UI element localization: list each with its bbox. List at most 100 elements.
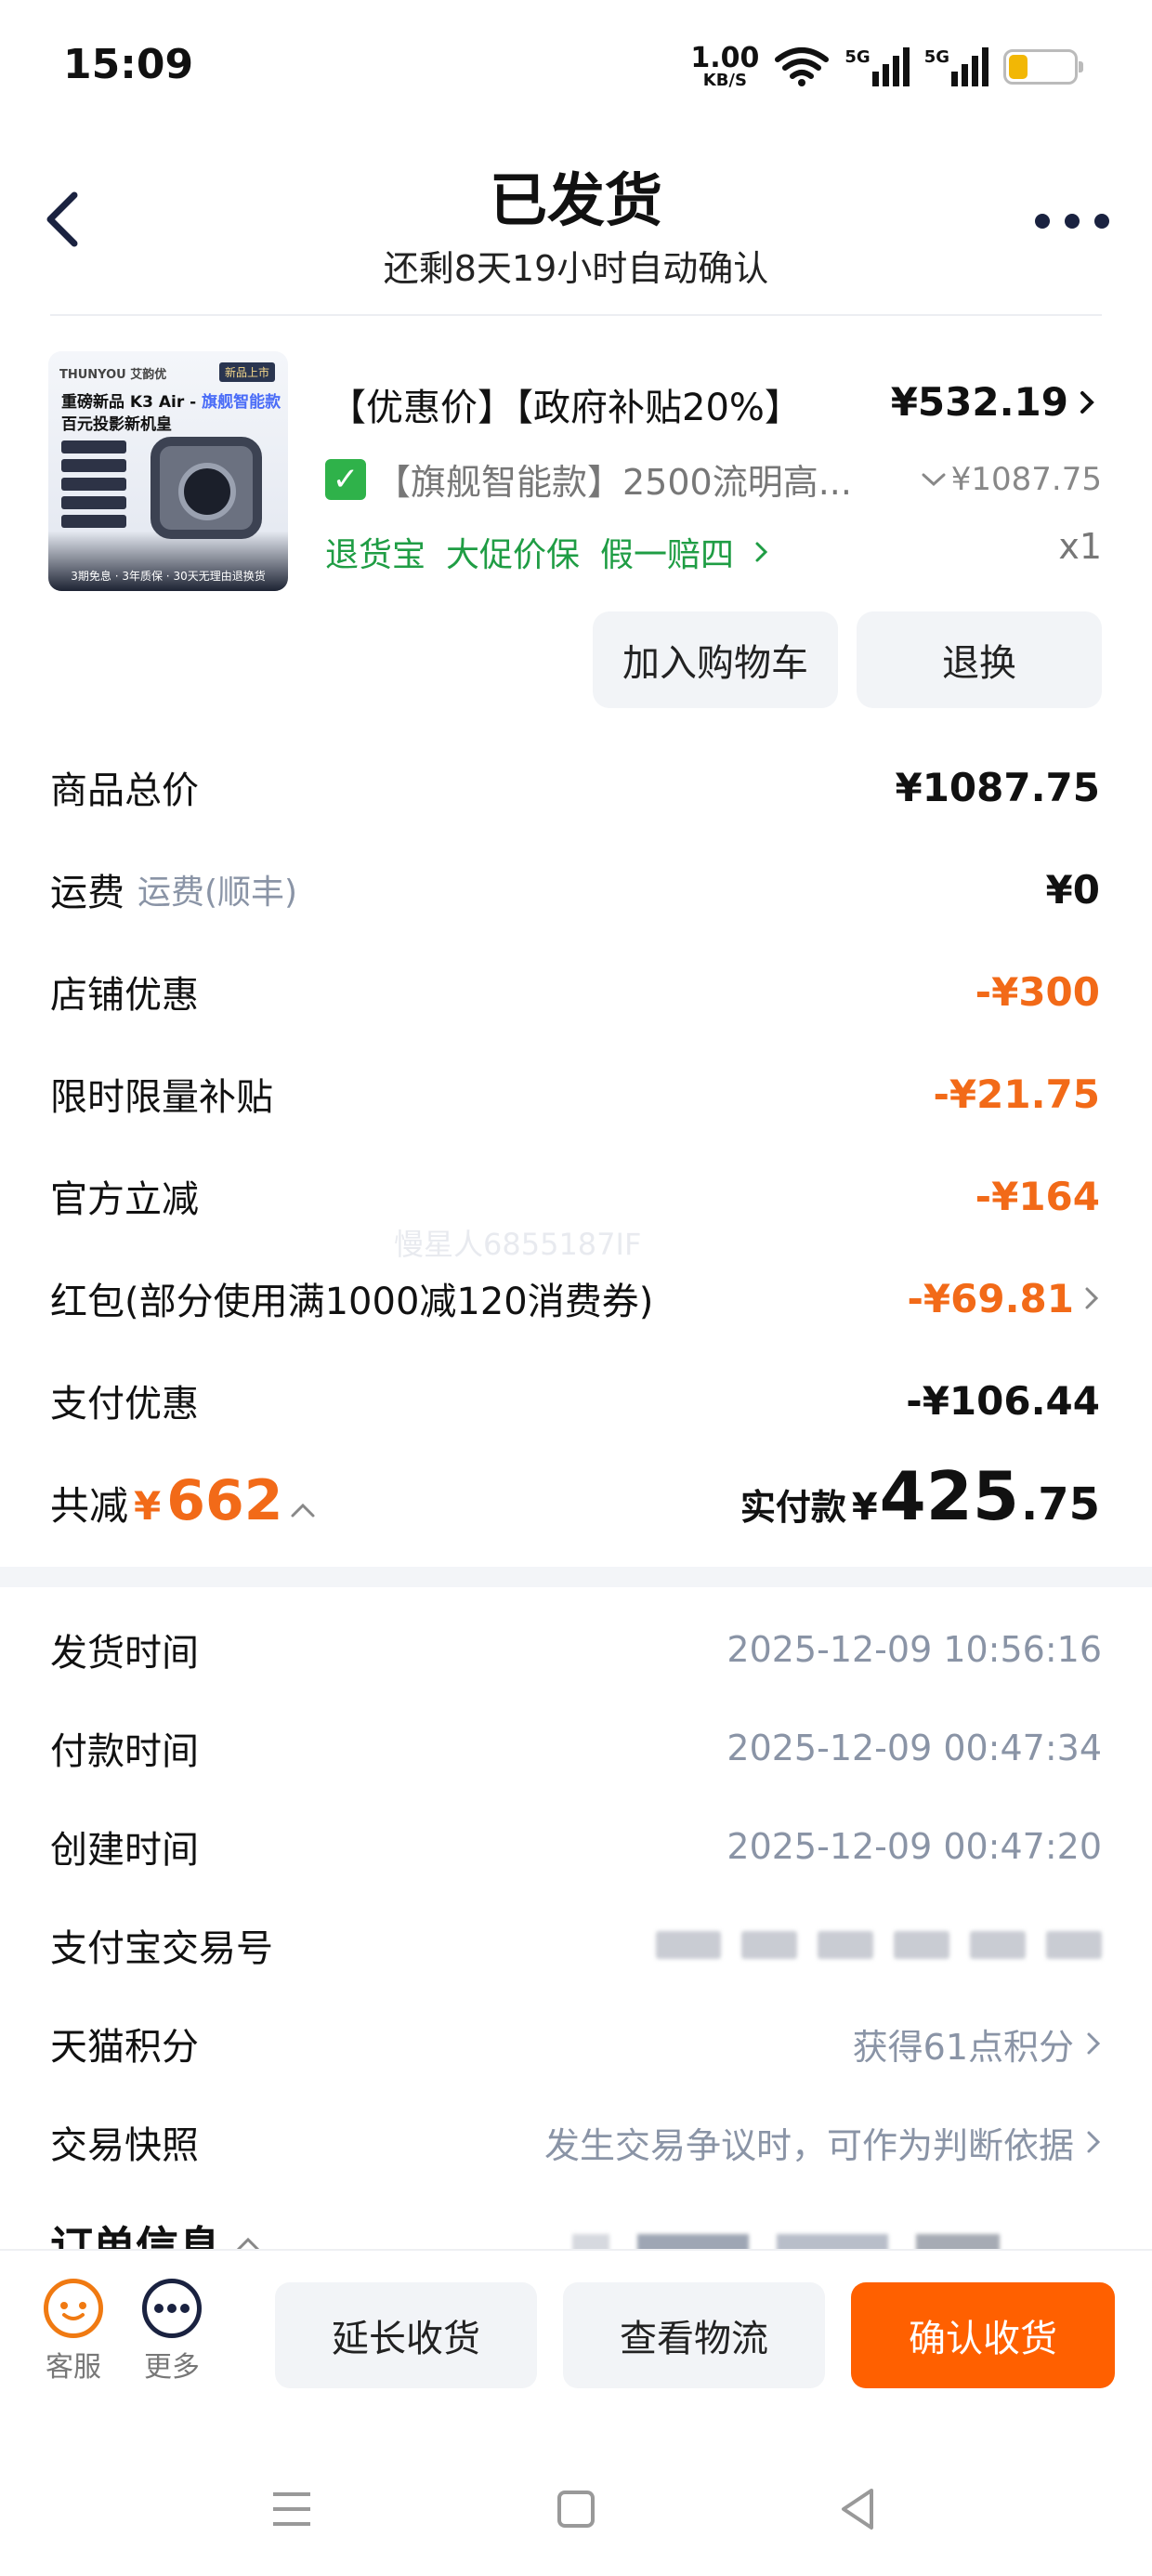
chevron-right-icon	[1085, 1287, 1099, 1309]
status-indicators: 1.00 KB/S 5G 5G 11	[690, 41, 1083, 93]
projector-image	[151, 437, 262, 539]
info-value: 2025-12-09 10:56:16	[727, 1629, 1102, 1670]
info-value: 获得61点积分	[852, 2026, 1074, 2068]
price-row-store-discount: 店铺优惠 -¥300	[50, 959, 1100, 1024]
row-label: 运费	[50, 872, 124, 914]
signal-5g-2-icon: 5G	[924, 47, 988, 86]
thumb-brand: THUNYOU 艾韵优	[59, 368, 167, 382]
add-to-cart-button[interactable]: 加入购物车	[593, 611, 838, 708]
service-tag: 假一赔四	[600, 536, 735, 574]
price-row-limited-subsidy: 限时限量补贴 -¥21.75	[50, 1061, 1100, 1126]
chevron-down-icon	[922, 473, 946, 487]
check-mark-icon: ✓	[325, 458, 366, 500]
amount-paid-integer: 425	[879, 1457, 1019, 1535]
product-title[interactable]: 【优惠价】【政府补贴20%】	[329, 377, 802, 431]
chevron-right-icon	[755, 542, 768, 562]
thumb-headline: 重磅新品 K3 Air - 旗舰智能款	[61, 388, 281, 412]
info-row-ship-time: 发货时间 2025-12-09 10:56:16	[50, 1617, 1102, 1682]
original-price[interactable]: ¥1087.75	[920, 461, 1102, 498]
chevron-right-icon	[1087, 2131, 1101, 2153]
price-row-shipping: 运费 运费(顺丰) ¥0	[50, 857, 1100, 922]
row-label: 限时限量补贴	[50, 1076, 273, 1119]
product-spec[interactable]: ✓ 【旗舰智能款】2500流明高...	[325, 453, 852, 505]
more-circle-icon	[142, 2279, 202, 2338]
home-icon[interactable]	[548, 2481, 604, 2537]
signal-label: 5G	[844, 47, 871, 67]
more-dot-icon	[1035, 214, 1050, 229]
info-row-alipay-trade-no[interactable]: 支付宝交易号	[50, 1912, 1102, 1978]
row-value: ¥1087.75	[895, 764, 1100, 810]
row-value: -¥106.44	[906, 1377, 1100, 1424]
amount-paid-label: 实付款	[740, 1487, 846, 1528]
row-value: ¥0	[1045, 866, 1100, 913]
info-row-trade-snapshot[interactable]: 交易快照 发生交易争议时，可作为判断依据	[50, 2109, 1102, 2175]
thumb-tag: 新品上市	[218, 362, 275, 382]
battery-level: 11	[1025, 54, 1056, 80]
service-tags[interactable]: 退货宝 大促价保 假一赔四	[325, 528, 769, 576]
product-thumbnail[interactable]: THUNYOU 艾韵优 新品上市 重磅新品 K3 Air - 旗舰智能款 百元投…	[48, 351, 288, 591]
shipping-carrier: 运费(顺丰)	[137, 874, 298, 912]
product-price[interactable]: ¥532.19	[891, 379, 1096, 425]
row-value: -¥69.81	[907, 1275, 1074, 1321]
info-label: 付款时间	[50, 1730, 199, 1773]
chevron-right-icon	[1087, 2032, 1101, 2055]
amount-paid-decimal: .75	[1020, 1479, 1100, 1531]
price-row-subtotal: 商品总价 ¥1087.75	[50, 755, 1100, 820]
wifi-icon	[775, 47, 830, 86]
info-label: 天猫积分	[50, 2026, 199, 2069]
view-logistics-button[interactable]: 查看物流	[563, 2282, 825, 2388]
signal-5g-1-icon: 5G	[844, 47, 910, 86]
info-value: 发生交易争议时，可作为判断依据	[543, 2124, 1074, 2166]
info-row-tmall-points[interactable]: 天猫积分 获得61点积分	[50, 2011, 1102, 2076]
row-value: -¥164	[975, 1173, 1100, 1219]
amount-paid: 实付款 ¥ 425 .75	[740, 1457, 1100, 1535]
return-exchange-button[interactable]: 退换	[857, 611, 1102, 708]
thumb-headline-a: 重磅新品 K3 Air -	[61, 393, 203, 412]
chevron-right-icon	[1080, 390, 1094, 414]
watermark: 慢星人6855187IF	[394, 1227, 642, 1262]
thumb-headline-b: 旗舰智能款	[202, 393, 281, 412]
status-bar: 15:09 1.00 KB/S 5G 5G 11	[0, 0, 1152, 139]
customer-service-button[interactable]: 客服	[32, 2279, 115, 2385]
row-label: 红包(部分使用满1000减120消费券)	[50, 1281, 654, 1323]
thumb-subheadline: 百元投影新机皇	[61, 415, 172, 434]
row-value: -¥300	[975, 968, 1100, 1015]
section-divider	[0, 1567, 1152, 1587]
info-row-create-time: 创建时间 2025-12-09 00:47:20	[50, 1814, 1102, 1879]
more-dot-icon	[1065, 214, 1080, 229]
row-label: 官方立减	[50, 1178, 199, 1221]
auto-confirm-countdown: 还剩8天19小时自动确认	[383, 248, 769, 289]
info-label: 发货时间	[50, 1632, 199, 1675]
page-title: 已发货	[489, 166, 662, 234]
price-row-red-packet[interactable]: 红包(部分使用满1000减120消费券) -¥69.81	[50, 1266, 1100, 1331]
row-value: -¥21.75	[933, 1071, 1100, 1117]
product-quantity: x1	[1058, 526, 1102, 567]
thumb-feature-chips	[61, 440, 126, 528]
original-price-value: ¥1087.75	[950, 461, 1102, 498]
signal-label: 5G	[923, 47, 949, 67]
info-value: 2025-12-09 00:47:20	[727, 1826, 1102, 1867]
amount-paid-currency: ¥	[851, 1486, 878, 1529]
back-triangle-icon[interactable]	[831, 2481, 886, 2537]
network-speed-value: 1.00	[690, 42, 760, 74]
total-discount-label: 共减	[50, 1483, 129, 1529]
alipay-trade-no-redacted	[656, 1931, 1102, 1959]
row-label: 支付优惠	[50, 1383, 199, 1426]
thumb-footer: 3期免息 · 3年质保 · 30天无理由退换货	[71, 570, 266, 583]
more-options-button[interactable]	[1035, 204, 1109, 238]
service-tag: 大促价保	[446, 536, 581, 574]
total-discount-currency: ¥	[134, 1483, 162, 1529]
price-row-official-discount: 官方立减 -¥164	[50, 1163, 1100, 1229]
menu-icon[interactable]	[264, 2481, 320, 2537]
row-label: 店铺优惠	[50, 974, 199, 1017]
info-label: 创建时间	[50, 1829, 199, 1872]
status-time: 15:09	[63, 41, 194, 88]
chevron-up-icon	[291, 1503, 314, 1518]
network-speed-unit: KB/S	[702, 71, 747, 90]
more-button[interactable]: 更多	[130, 2279, 214, 2385]
customer-service-label: 客服	[46, 2351, 101, 2384]
more-label: 更多	[144, 2351, 200, 2384]
confirm-receipt-button[interactable]: 确认收货	[851, 2282, 1115, 2388]
total-discount[interactable]: 共减 ¥ 662	[50, 1468, 317, 1533]
extend-receipt-button[interactable]: 延长收货	[275, 2282, 537, 2388]
